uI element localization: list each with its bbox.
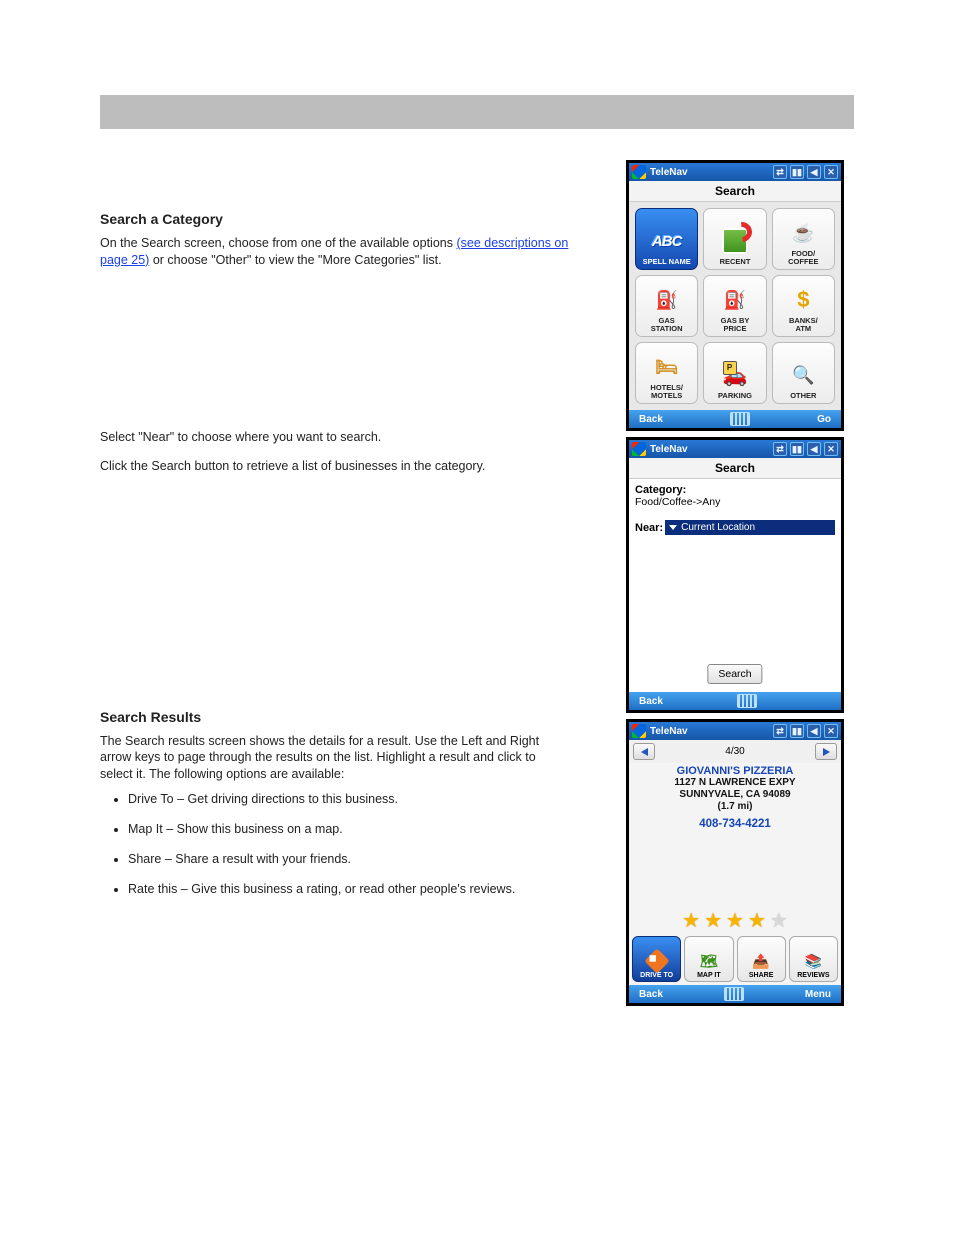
action-tile-drive[interactable]: ◆DRIVE TO [632,936,681,982]
star-icon: ★ [770,908,788,933]
list-item: Share – Share a result with your friends… [128,849,570,869]
softkey-back[interactable]: Back [639,989,663,1000]
text-run: On the Search screen, choose from one of… [100,236,456,250]
drive-icon: ◆ [646,950,668,972]
paragraph: Select "Near" to choose where you want t… [100,429,570,446]
heading-search-results: Search Results [100,709,570,725]
star-icon: ★ [704,908,722,933]
paragraph: On the Search screen, choose from one of… [100,235,570,269]
star-icon: ★ [682,908,700,933]
action-tile-rev[interactable]: 📚REVIEWS [789,936,838,982]
text-run: or choose "Other" to view the "More Cate… [153,253,442,267]
heading-search-category: Search a Category [100,211,570,227]
action-label: REVIEWS [797,972,829,979]
rev-icon: 📚 [802,950,824,972]
action-tile-share[interactable]: 📤SHARE [737,936,786,982]
left-text-column: Search a Category On the Search screen, … [100,211,570,899]
page: Search a Category On the Search screen, … [0,0,954,1235]
paragraph: The Search results screen shows the deta… [100,733,570,784]
action-label: MAP IT [697,972,721,979]
paragraph: Click the Search button to retrieve a li… [100,458,570,475]
list-item: Drive To – Get driving directions to thi… [128,789,570,809]
document-content: Search a Category On the Search screen, … [100,95,854,899]
list-item: Rate this – Give this business a rating,… [128,879,570,899]
keyboard-icon[interactable] [724,987,744,1001]
action-tile-map[interactable]: 🗺MAP IT [684,936,733,982]
rating-stars[interactable]: ★★★★★ [629,908,841,933]
star-icon: ★ [726,908,744,933]
softkey-menu[interactable]: Menu [805,989,831,1000]
action-label: DRIVE TO [640,972,673,979]
list-item: Map It – Show this business on a map. [128,819,570,839]
bullet-list: Drive To – Get driving directions to thi… [128,789,570,899]
poi-action-row: ◆DRIVE TO🗺MAP IT📤SHARE📚REVIEWS [629,936,841,985]
map-icon: 🗺 [698,950,720,972]
wm-softkeybar: Back Menu [629,985,841,1003]
action-label: SHARE [749,972,774,979]
share-icon: 📤 [750,950,772,972]
star-icon: ★ [748,908,766,933]
